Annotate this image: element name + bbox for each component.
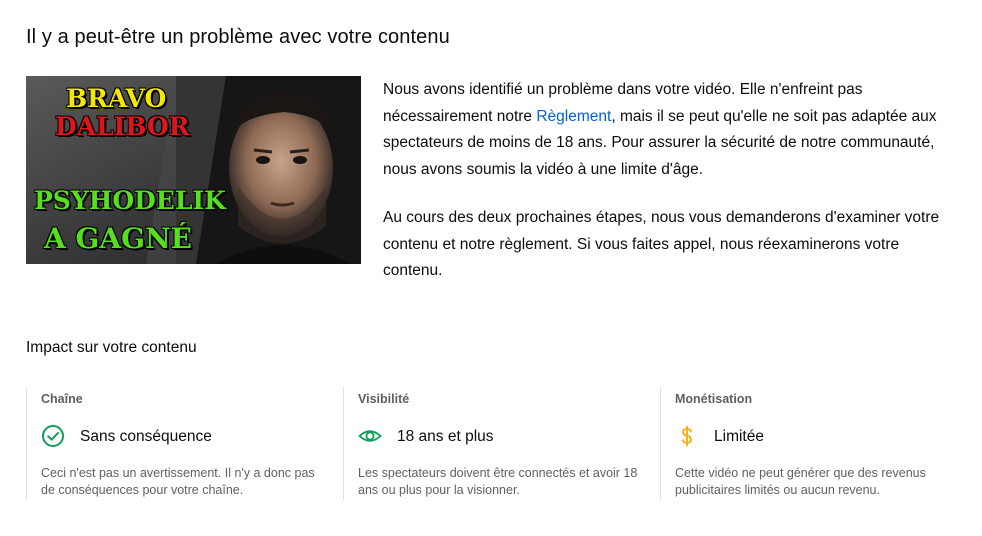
description-paragraph-2: Au cours des deux prochaines étapes, nou… xyxy=(383,209,940,279)
card-title: Monétisation xyxy=(675,392,753,406)
impact-cards: Chaîne Sans conséquence Ceci n'est pas u… xyxy=(26,387,976,500)
card-title: Visibilité xyxy=(358,392,410,406)
card-description: Les spectateurs doivent être connectés e… xyxy=(358,466,638,497)
impact-card-monetization: Monétisation Limitée Cette vidéo ne peut… xyxy=(660,387,961,500)
card-value: Sans conséquence xyxy=(80,428,212,445)
card-description: Cette vidéo ne peut générer que des reve… xyxy=(675,466,926,497)
dollar-icon xyxy=(675,424,699,448)
impact-card-channel: Chaîne Sans conséquence Ceci n'est pas u… xyxy=(26,387,327,500)
check-circle-icon xyxy=(41,424,65,448)
issue-description: Nous avons identifié un problème dans vo… xyxy=(383,77,943,285)
card-value: Limitée xyxy=(714,428,764,445)
policy-link[interactable]: Règlement xyxy=(536,108,611,125)
thumbnail-text-dalibor: DALIBOR xyxy=(55,112,190,141)
card-value: 18 ans et plus xyxy=(397,428,494,445)
card-description: Ceci n'est pas un avertissement. Il n'y … xyxy=(41,466,315,497)
impact-card-visibility: Visibilité 18 ans et plus Les spectateur… xyxy=(343,387,644,500)
impact-heading: Impact sur votre contenu xyxy=(26,339,197,356)
thumbnail-text-bravo: BRAVO xyxy=(66,84,167,113)
card-title: Chaîne xyxy=(41,392,83,406)
page-title: Il y a peut-être un problème avec votre … xyxy=(26,26,450,48)
description-paragraph-1: Nous avons identifié un problème dans vo… xyxy=(383,77,943,183)
video-thumbnail[interactable]: BRAVO DALIBOR PSYHODELIK A GAGNÉ xyxy=(26,76,361,264)
thumbnail-text-a-gagne: A GAGNÉ xyxy=(44,222,192,255)
eye-icon xyxy=(358,424,382,448)
thumbnail-text-psyhodelik: PSYHODELIK xyxy=(34,186,226,215)
